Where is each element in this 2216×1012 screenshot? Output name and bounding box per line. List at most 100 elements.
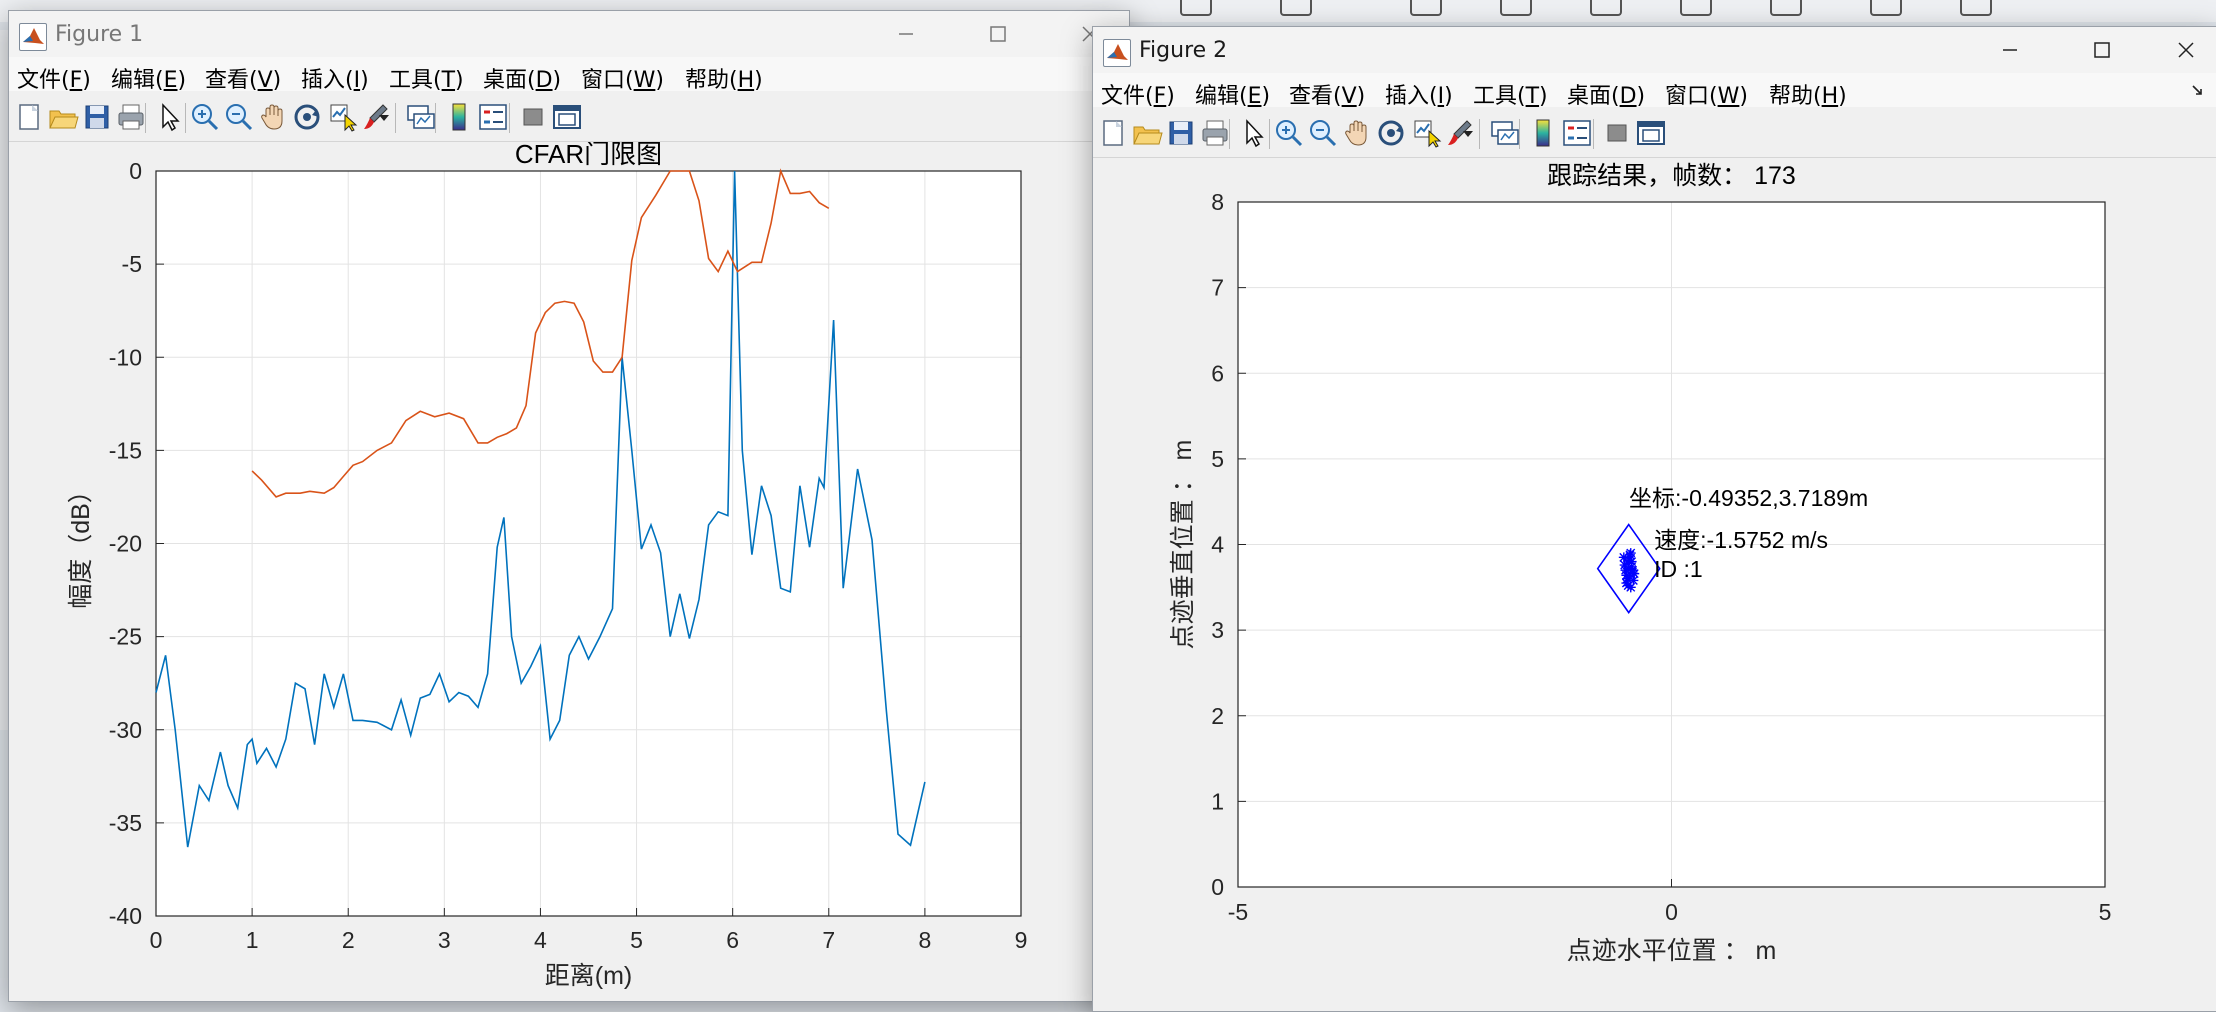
pan-hand-icon (1345, 120, 1367, 146)
desktop-icon (1590, 0, 1622, 16)
hide-plot-tools-icon (1607, 124, 1627, 142)
x-tick-label: 5 (630, 927, 643, 953)
pan-hand-button[interactable] (1341, 117, 1373, 149)
x-tick-label: 1 (246, 927, 259, 953)
zoom-out-button[interactable] (223, 101, 255, 133)
title-bar[interactable]: Figure 1 (9, 11, 1129, 57)
y-tick-label: 0 (1211, 874, 1224, 900)
toolbar-separator (1519, 119, 1520, 149)
colorbar-button[interactable] (1527, 117, 1559, 149)
menu-edit[interactable]: 编辑(E) (1195, 78, 1270, 110)
menu-insert[interactable]: 插入(I) (301, 62, 369, 94)
matlab-logo-icon (19, 23, 47, 51)
colorbar-button[interactable] (443, 101, 475, 133)
menu-view[interactable]: 查看(V) (205, 62, 281, 94)
title-bar[interactable]: Figure 2 (1093, 27, 2216, 73)
new-figure-button[interactable] (13, 101, 45, 133)
select-arrow-button[interactable] (153, 101, 185, 133)
y-tick-label: 4 (1211, 532, 1224, 558)
pan-hand-icon (261, 104, 283, 130)
figure-1-window[interactable]: Figure 1 文件(F) 编辑(E) 查看(V) 插入(I) 工具(T) 桌… (8, 10, 1130, 1002)
new-figure-icon (1103, 120, 1123, 146)
menu-desktop[interactable]: 桌面(D) (1567, 78, 1645, 110)
toolbar-separator (1479, 119, 1480, 149)
zoom-in-button[interactable] (189, 101, 221, 133)
data-cursor-button[interactable] (1411, 117, 1443, 149)
save-button[interactable] (1165, 117, 1197, 149)
menu-tools[interactable]: 工具(T) (1473, 78, 1548, 110)
brush-dropdown-icon[interactable] (1463, 131, 1473, 137)
y-tick-label: -10 (109, 344, 142, 370)
legend-button[interactable] (477, 101, 509, 133)
cfar-threshold-chart[interactable]: 0 1 2 3 4 5 6 7 8 9 0 -5 -10 -15 -20 -25 -30 -35 -40 CFAR门限… (9, 142, 1129, 1002)
menu-file[interactable]: 文件(F) (17, 62, 91, 94)
link-plot-icon (407, 105, 435, 129)
background-window-edge (0, 30, 8, 730)
pan-hand-button[interactable] (257, 101, 289, 133)
menu-insert[interactable]: 插入(I) (1385, 78, 1453, 110)
y-tick-label: -15 (109, 437, 142, 463)
close-button[interactable] (2155, 27, 2216, 73)
y-tick-label: 1 (1211, 788, 1224, 814)
print-button[interactable] (115, 101, 147, 133)
x-tick-label: 5 (2099, 899, 2112, 925)
x-tick-label: 0 (1665, 899, 1678, 925)
x-tick-label: 6 (726, 927, 739, 953)
data-cursor-button[interactable] (327, 101, 359, 133)
link-plot-button[interactable] (1489, 117, 1521, 149)
dock-figure-icon[interactable] (2191, 83, 2205, 97)
menu-view[interactable]: 查看(V) (1289, 78, 1365, 110)
rotate-3d-button[interactable] (291, 101, 323, 133)
menu-help[interactable]: 帮助(H) (1769, 78, 1847, 110)
select-arrow-button[interactable] (1237, 117, 1269, 149)
maximize-icon (2094, 42, 2110, 58)
maximize-button[interactable] (967, 11, 1029, 57)
menu-file[interactable]: 文件(F) (1101, 78, 1175, 110)
legend-button[interactable] (1561, 117, 1593, 149)
save-button[interactable] (81, 101, 113, 133)
y-tick-label: -35 (109, 810, 142, 836)
figure-2-window[interactable]: Figure 2 文件(F) 编辑(E) 查看(V) 插入(I) 工具(T) 桌… (1092, 26, 2216, 1012)
open-file-button[interactable] (1131, 117, 1163, 149)
zoom-in-button[interactable] (1273, 117, 1305, 149)
toolbar-separator (185, 103, 186, 133)
x-tick-label: 4 (534, 927, 547, 953)
menu-tools[interactable]: 工具(T) (389, 62, 464, 94)
track-point (1627, 566, 1638, 577)
maximize-button[interactable] (2071, 27, 2133, 73)
show-plot-tools-button[interactable] (551, 101, 583, 133)
minimize-icon (2003, 49, 2017, 51)
minimize-button[interactable] (1979, 27, 2041, 73)
link-plot-icon (1491, 121, 1519, 145)
show-plot-tools-button[interactable] (1635, 117, 1667, 149)
y-axis-label: 点迹垂直位置 ： m (1169, 440, 1197, 650)
menu-help[interactable]: 帮助(H) (685, 62, 763, 94)
print-button[interactable] (1199, 117, 1231, 149)
desktop-icon (1280, 0, 1312, 16)
desktop-icon (1770, 0, 1802, 16)
link-plot-button[interactable] (405, 101, 437, 133)
menu-edit[interactable]: 编辑(E) (111, 62, 186, 94)
save-icon (85, 105, 109, 129)
y-tick-label: 6 (1211, 360, 1224, 386)
chart-title: 跟踪结果，帧数： 173 (1547, 162, 1796, 190)
desktop-icon (1180, 0, 1212, 16)
menu-desktop[interactable]: 桌面(D) (483, 62, 561, 94)
y-tick-label: 5 (1211, 446, 1224, 472)
toolbar-separator (145, 103, 146, 133)
open-file-icon (1133, 126, 1163, 145)
toolbar-separator (1593, 119, 1594, 149)
hide-plot-tools-button[interactable] (1601, 117, 1633, 149)
brush-dropdown-icon[interactable] (379, 115, 389, 121)
new-figure-button[interactable] (1097, 117, 1129, 149)
minimize-button[interactable] (875, 11, 937, 57)
rotate-3d-button[interactable] (1375, 117, 1407, 149)
tracking-result-chart[interactable]: -5 0 5012345678坐标:-0.49352,3.7189m速度:-1.57… (1093, 158, 2216, 1011)
zoom-out-button[interactable] (1307, 117, 1339, 149)
hide-plot-tools-button[interactable] (517, 101, 549, 133)
open-file-button[interactable] (47, 101, 79, 133)
menu-window[interactable]: 窗口(W) (581, 62, 664, 94)
figure-toolbar (9, 91, 1129, 142)
menu-window[interactable]: 窗口(W) (1665, 78, 1748, 110)
y-tick-label: 7 (1211, 275, 1224, 301)
